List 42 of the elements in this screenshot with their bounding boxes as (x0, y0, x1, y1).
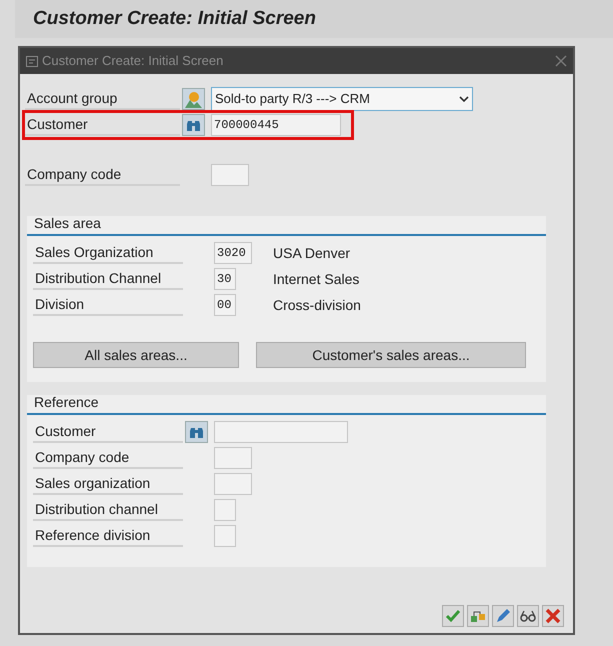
input-field[interactable]: 00 (214, 294, 236, 316)
input-field[interactable] (214, 473, 252, 495)
section-title: Reference (34, 393, 99, 412)
dialog-title: Customer Create: Initial Screen (42, 52, 224, 70)
field-description: Internet Sales (273, 270, 360, 288)
input-field[interactable] (214, 421, 348, 443)
field-label: Division (33, 294, 183, 316)
section-title: Sales area (34, 214, 101, 233)
field-description: USA Denver (273, 244, 350, 262)
binoculars-icon[interactable] (182, 114, 205, 136)
field-label: Company code (33, 447, 183, 469)
field-description: Cross-division (273, 296, 361, 314)
field-label: Distribution channel (33, 499, 183, 521)
action-button[interactable]: Customer's sales areas... (256, 342, 526, 368)
field-label: Customer (25, 114, 180, 136)
close-icon[interactable] (555, 55, 567, 67)
input-field[interactable] (211, 164, 249, 186)
landscape-icon[interactable] (182, 88, 205, 110)
pencil-icon[interactable] (492, 605, 514, 627)
dropdown[interactable]: Sold-to party R/3 ---> CRM (211, 87, 473, 111)
field-label: Customer (33, 421, 183, 443)
field-label: Company code (25, 164, 180, 186)
close-icon[interactable] (542, 605, 564, 627)
input-field[interactable]: 3020 (214, 242, 252, 264)
field-label: Sales organization (33, 473, 183, 495)
input-field[interactable]: 700000445 (211, 114, 341, 136)
field-label: Distribution Channel (33, 268, 183, 290)
input-field[interactable]: 30 (214, 268, 236, 290)
screen-title: Customer Create: Initial Screen (33, 6, 316, 31)
action-button[interactable]: All sales areas... (33, 342, 239, 368)
input-field[interactable] (214, 447, 252, 469)
field-label: Account group (25, 88, 180, 110)
check-icon[interactable] (442, 605, 464, 627)
input-field[interactable] (214, 525, 236, 547)
input-field[interactable] (214, 499, 236, 521)
glasses-icon[interactable] (517, 605, 539, 627)
field-label: Sales Organization (33, 242, 183, 264)
chevron-down-icon (459, 96, 469, 102)
binoculars-icon[interactable] (185, 421, 208, 443)
field-label: Reference division (33, 525, 183, 547)
dialog-icon (26, 56, 38, 66)
squares-icon[interactable] (467, 605, 489, 627)
